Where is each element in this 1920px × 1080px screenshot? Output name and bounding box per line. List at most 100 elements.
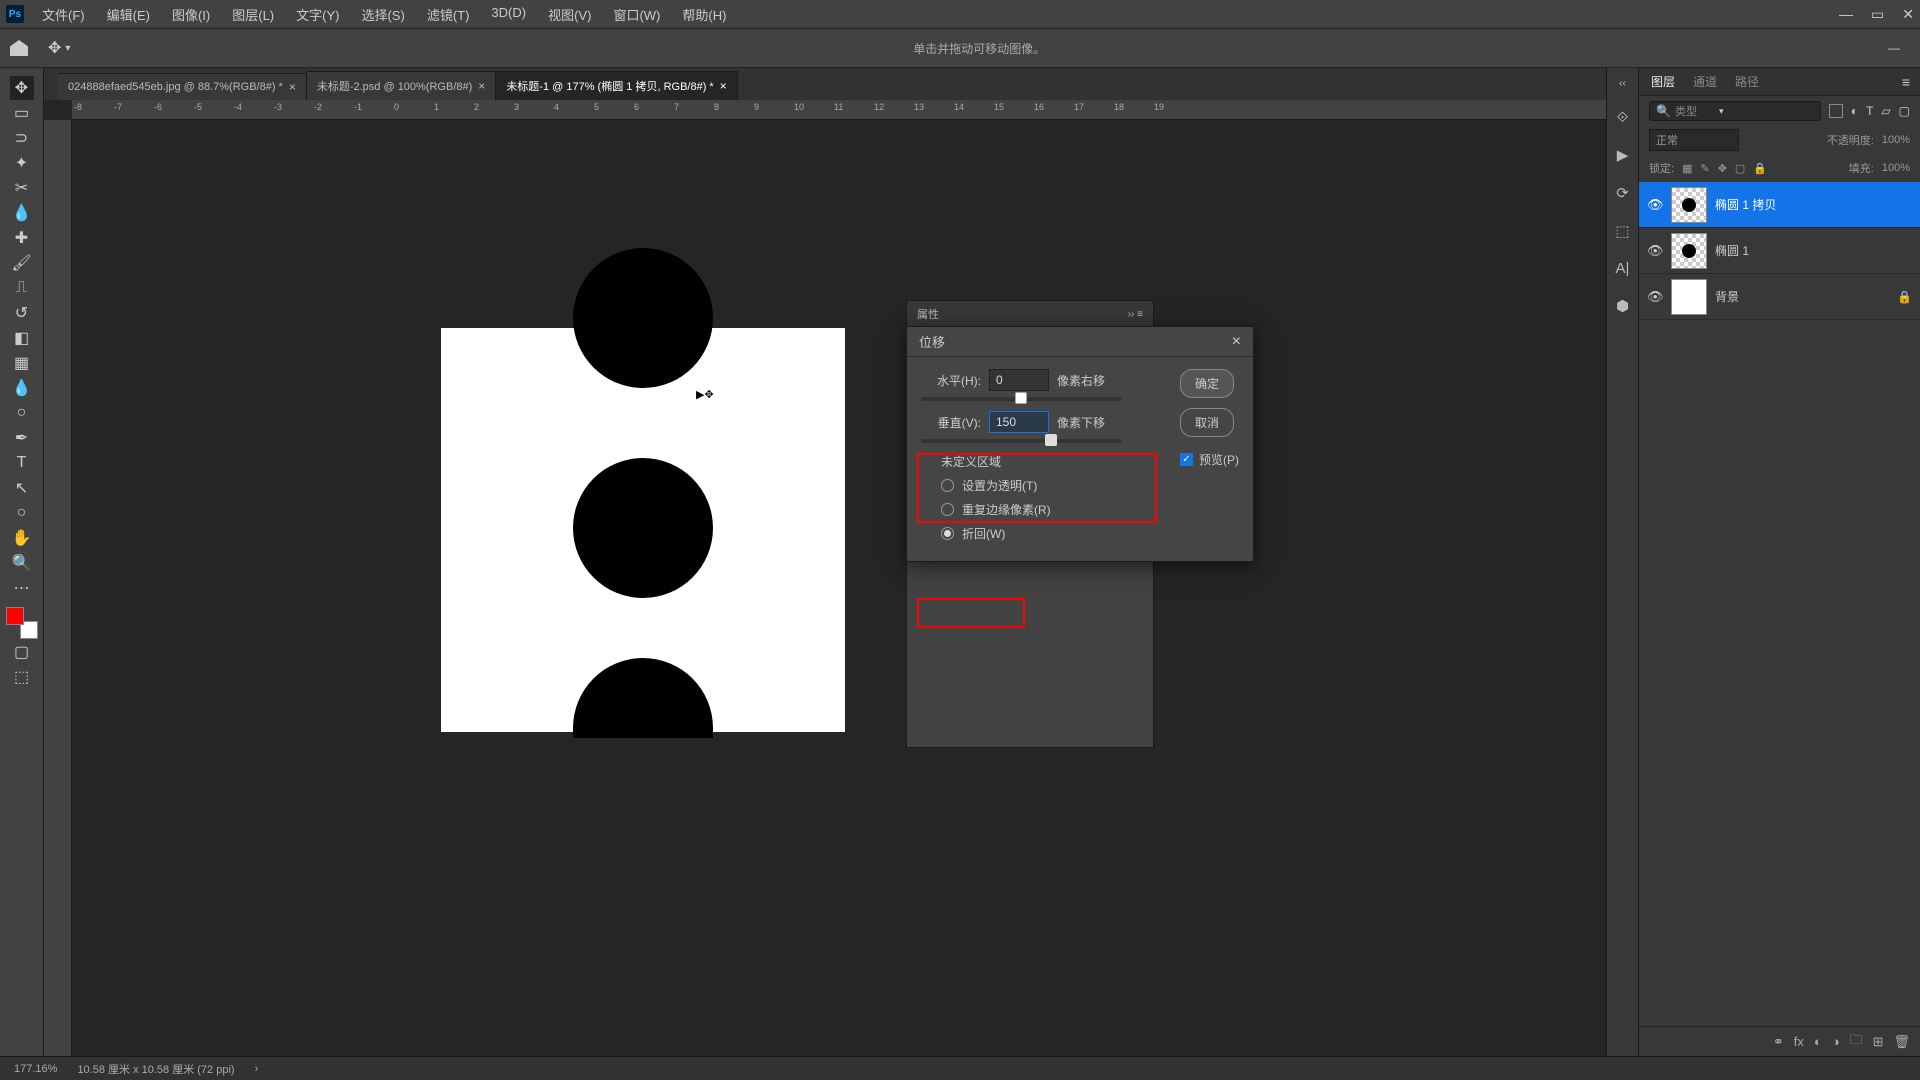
menu-help[interactable]: 帮助(H) xyxy=(674,1,734,28)
layer-name[interactable]: 背景 xyxy=(1715,288,1739,305)
lock-all-icon[interactable]: 🔒 xyxy=(1753,162,1767,175)
visibility-icon[interactable]: 👁 xyxy=(1647,289,1663,305)
history-brush-tool[interactable]: ↺ xyxy=(10,301,34,325)
checkbox-icon[interactable]: ✓ xyxy=(1180,453,1193,466)
visibility-icon[interactable]: 👁 xyxy=(1647,243,1663,259)
ok-button[interactable]: 确定 xyxy=(1180,369,1234,398)
brush-tool[interactable]: 🖌 xyxy=(10,251,34,275)
marquee-tool[interactable]: ▭ xyxy=(10,101,34,125)
tab-layers[interactable]: 图层 xyxy=(1649,69,1677,94)
preview-checkbox-row[interactable]: ✓ 预览(P) xyxy=(1180,451,1239,468)
dodge-tool[interactable]: ○ xyxy=(10,401,34,425)
zoom-tool[interactable]: 🔍 xyxy=(10,551,34,575)
link-icon[interactable]: ⚭ xyxy=(1773,1034,1784,1050)
tab-1[interactable]: 未标题-2.psd @ 100%(RGB/8#)× xyxy=(307,71,496,100)
tab-0[interactable]: 024888efaed545eb.jpg @ 88.7%(RGB/8#) *× xyxy=(58,73,307,100)
cancel-button[interactable]: 取消 xyxy=(1180,408,1234,437)
close-window-icon[interactable]: ✕ xyxy=(1902,6,1914,23)
lasso-tool[interactable]: ⊃ xyxy=(10,126,34,150)
horizontal-slider[interactable] xyxy=(921,397,1121,401)
menu-filter[interactable]: 滤镜(T) xyxy=(419,1,478,28)
tab-channels[interactable]: 通道 xyxy=(1691,69,1719,94)
styles-icon[interactable]: ⬚ xyxy=(1615,222,1629,240)
filter-type-icon[interactable]: T xyxy=(1866,104,1873,118)
path-select-tool[interactable]: ↖ xyxy=(10,476,34,500)
stamp-tool[interactable]: ⎍ xyxy=(10,276,34,300)
vertical-input[interactable] xyxy=(989,411,1049,433)
filter-smart-icon[interactable]: ▢ xyxy=(1899,104,1910,118)
eyedropper-tool[interactable]: 💧 xyxy=(10,201,34,225)
menu-edit[interactable]: 编辑(E) xyxy=(99,1,158,28)
actions-icon[interactable]: ▶ xyxy=(1617,146,1629,164)
color-swatches[interactable] xyxy=(6,607,38,639)
history-icon[interactable]: ⟐ xyxy=(1617,109,1629,126)
hand-tool[interactable]: ✋ xyxy=(10,526,34,550)
visibility-icon[interactable]: 👁 xyxy=(1647,197,1663,213)
zoom-value[interactable]: 177.16% xyxy=(14,1063,57,1075)
dropdown-icon[interactable]: ▾ xyxy=(65,43,70,54)
radio-wrap[interactable]: 折回(W) xyxy=(941,525,1239,542)
close-tab-icon[interactable]: × xyxy=(478,79,485,93)
move-tool[interactable]: ✥ xyxy=(10,76,34,100)
edit-toolbar-icon[interactable]: ⋯ xyxy=(10,576,34,600)
mask-icon[interactable]: ◐ xyxy=(1814,1034,1822,1049)
collapse-icon[interactable]: ›› ≡ xyxy=(1128,309,1143,320)
doc-info[interactable]: 10.58 厘米 x 10.58 厘米 (72 ppi) xyxy=(77,1061,234,1077)
layer-filter-search[interactable]: 🔍 ▾ xyxy=(1649,101,1821,121)
lock-brush-icon[interactable]: ✎ xyxy=(1700,162,1709,175)
info-arrow-icon[interactable]: › xyxy=(255,1063,259,1075)
canvas[interactable] xyxy=(441,328,845,732)
adjustments-icon[interactable]: ⟳ xyxy=(1616,184,1629,202)
layer-name[interactable]: 椭圆 1 xyxy=(1715,242,1749,259)
layer-name[interactable]: 椭圆 1 拷贝 xyxy=(1715,196,1776,213)
layer-thumbnail[interactable] xyxy=(1671,279,1707,315)
type-tool[interactable]: T xyxy=(10,451,34,475)
lock-artboard-icon[interactable]: ▢ xyxy=(1735,162,1745,175)
shape-tool[interactable]: ○ xyxy=(10,501,34,525)
close-dialog-icon[interactable]: × xyxy=(1232,333,1241,351)
vertical-slider[interactable] xyxy=(921,439,1121,443)
maximize-icon[interactable]: ▭ xyxy=(1871,6,1884,23)
delete-icon[interactable]: 🗑 xyxy=(1893,1034,1910,1050)
menu-window[interactable]: 窗口(W) xyxy=(605,1,668,28)
layer-row[interactable]: 👁 背景 🔒 xyxy=(1639,274,1920,320)
layer-row[interactable]: 👁 椭圆 1 xyxy=(1639,228,1920,274)
blur-tool[interactable]: 💧 xyxy=(10,376,34,400)
close-tab-icon[interactable]: × xyxy=(720,79,727,93)
quickmask-icon[interactable]: ▢ xyxy=(10,640,34,664)
ruler-vertical[interactable] xyxy=(44,120,72,1056)
tab-paths[interactable]: 路径 xyxy=(1733,69,1761,94)
character-icon[interactable]: A| xyxy=(1616,260,1630,277)
close-tab-icon[interactable]: × xyxy=(289,80,296,94)
fill-value[interactable]: 100% xyxy=(1882,162,1910,174)
menu-3d[interactable]: 3D(D) xyxy=(483,1,534,28)
fx-icon[interactable]: fx xyxy=(1794,1034,1804,1049)
pen-tool[interactable]: ✒ xyxy=(10,426,34,450)
adjustment-icon[interactable]: ◑ xyxy=(1832,1034,1840,1049)
magic-wand-tool[interactable]: ✦ xyxy=(10,151,34,175)
move-tool-icon[interactable]: ✥ xyxy=(48,38,61,58)
panel-menu-icon[interactable]: ≡ xyxy=(1902,74,1910,90)
menu-select[interactable]: 选择(S) xyxy=(353,1,412,28)
collapse-arrow-icon[interactable]: ‹‹ xyxy=(1619,78,1626,89)
filter-pixel-icon[interactable] xyxy=(1829,104,1843,118)
tab-2[interactable]: 未标题-1 @ 177% (椭圆 1 拷贝, RGB/8#) *× xyxy=(496,71,737,100)
home-icon[interactable] xyxy=(10,40,28,56)
group-icon[interactable]: 🗀 xyxy=(1850,1031,1863,1053)
menu-text[interactable]: 文字(Y) xyxy=(288,1,347,28)
foreground-swatch[interactable] xyxy=(6,607,24,625)
menu-layer[interactable]: 图层(L) xyxy=(224,1,282,28)
opacity-value[interactable]: 100% xyxy=(1882,134,1910,146)
screenmode-icon[interactable]: ⬚ xyxy=(10,665,34,689)
horizontal-input[interactable] xyxy=(989,369,1049,391)
filter-adjust-icon[interactable]: ◐ xyxy=(1851,104,1858,118)
minimize-icon[interactable]: — xyxy=(1839,6,1853,23)
layer-row[interactable]: 👁 椭圆 1 拷贝 xyxy=(1639,182,1920,228)
lock-icon[interactable]: 🔒 xyxy=(1897,290,1912,304)
new-layer-icon[interactable]: ⊞ xyxy=(1873,1034,1884,1050)
layer-thumbnail[interactable] xyxy=(1671,233,1707,269)
3d-icon[interactable]: ⬢ xyxy=(1616,297,1629,315)
menu-image[interactable]: 图像(I) xyxy=(164,1,218,28)
layer-thumbnail[interactable] xyxy=(1671,187,1707,223)
menu-file[interactable]: 文件(F) xyxy=(34,1,93,28)
